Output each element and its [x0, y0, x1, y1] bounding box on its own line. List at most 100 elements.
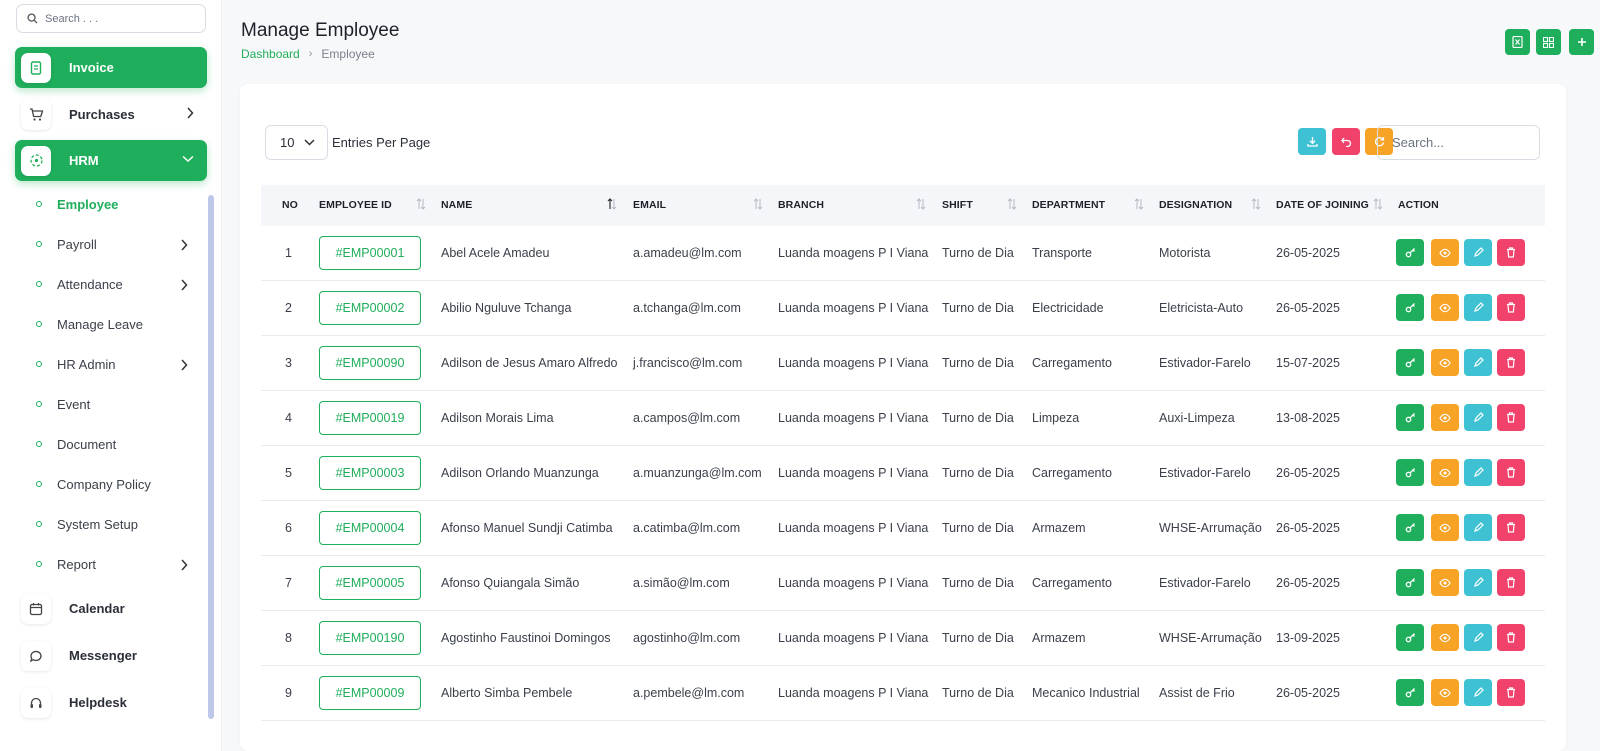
key-button[interactable]	[1396, 679, 1424, 706]
key-button[interactable]	[1396, 569, 1424, 596]
sort-icon[interactable]	[1251, 197, 1261, 215]
delete-button[interactable]	[1497, 624, 1525, 651]
employee-id-badge[interactable]: #EMP00002	[319, 291, 421, 325]
column-header-employee-id[interactable]: EMPLOYEE ID	[319, 199, 392, 211]
sidebar-item-label: Employee	[57, 196, 119, 212]
sidebar-item-payroll[interactable]: Payroll	[36, 231, 196, 257]
edit-button[interactable]	[1464, 294, 1492, 321]
column-header-shift[interactable]: SHIFT	[942, 199, 973, 211]
sidebar-item-invoice[interactable]: Invoice	[15, 47, 207, 88]
employee-id-badge[interactable]: #EMP00190	[319, 621, 421, 655]
column-header-no[interactable]: NO	[282, 199, 298, 211]
sidebar-item-report[interactable]: Report	[36, 551, 196, 577]
view-button[interactable]	[1431, 239, 1459, 266]
sidebar-item-hr-admin[interactable]: HR Admin	[36, 351, 196, 377]
view-button[interactable]	[1431, 349, 1459, 376]
key-button[interactable]	[1396, 349, 1424, 376]
table-row: 5 Adilson Orlando Muanzunga a.muanzunga@lm…	[261, 446, 1545, 501]
cell-name: Adilson de Jesus Amaro Alfredo	[441, 356, 618, 370]
edit-button[interactable]	[1464, 349, 1492, 376]
sidebar-item-document[interactable]: Document	[36, 431, 196, 457]
sidebar-item-label: Purchases	[69, 107, 135, 122]
sort-asc-icon[interactable]	[607, 197, 617, 215]
entries-per-page-select[interactable]: 10	[265, 125, 328, 160]
add-employee-button[interactable]	[1569, 29, 1594, 55]
view-button[interactable]	[1431, 459, 1459, 486]
chevron-right-icon	[181, 239, 188, 251]
delete-button[interactable]	[1497, 679, 1525, 706]
employee-id-badge[interactable]: #EMP00004	[319, 511, 421, 545]
table-search-input[interactable]: Search...	[1377, 125, 1540, 160]
column-header-email[interactable]: EMAIL	[633, 199, 666, 211]
key-button[interactable]	[1396, 514, 1424, 541]
column-header-designation[interactable]: DESIGNATION	[1159, 199, 1232, 211]
sidebar-item-calendar[interactable]: Calendar	[15, 588, 207, 629]
sidebar-search-input[interactable]: Search . . .	[16, 4, 206, 33]
download-button[interactable]	[1298, 128, 1326, 155]
sort-icon[interactable]	[1373, 197, 1383, 215]
export-excel-button[interactable]	[1505, 29, 1530, 55]
sidebar-item-messenger[interactable]: Messenger	[15, 635, 207, 676]
column-header-name[interactable]: NAME	[441, 199, 472, 211]
breadcrumb-dashboard-link[interactable]: Dashboard	[241, 47, 300, 61]
view-button[interactable]	[1431, 514, 1459, 541]
delete-button[interactable]	[1497, 569, 1525, 596]
cell-department: Carregamento	[1032, 356, 1112, 370]
sidebar-item-hrm[interactable]: HRM	[15, 140, 207, 181]
view-button[interactable]	[1431, 624, 1459, 651]
delete-button[interactable]	[1497, 514, 1525, 541]
key-button[interactable]	[1396, 404, 1424, 431]
column-header-branch[interactable]: BRANCH	[778, 199, 824, 211]
employee-id-badge[interactable]: #EMP00009	[319, 676, 421, 710]
view-button[interactable]	[1431, 679, 1459, 706]
column-header-date-of-joining[interactable]: DATE OF JOINING	[1276, 199, 1369, 211]
edit-button[interactable]	[1464, 624, 1492, 651]
edit-button[interactable]	[1464, 514, 1492, 541]
sidebar-item-employee[interactable]: Employee	[36, 191, 196, 217]
employee-id-badge[interactable]: #EMP00090	[319, 346, 421, 380]
delete-button[interactable]	[1497, 404, 1525, 431]
sort-icon[interactable]	[1134, 197, 1144, 215]
key-button[interactable]	[1396, 239, 1424, 266]
employee-id-badge[interactable]: #EMP00001	[319, 236, 421, 270]
key-icon	[1405, 247, 1416, 258]
delete-button[interactable]	[1497, 459, 1525, 486]
sort-icon[interactable]	[1007, 197, 1017, 215]
table-header: NO EMPLOYEE ID NAME EMAIL BRANCH SHIFT D…	[261, 185, 1545, 226]
sidebar-item-label: Messenger	[69, 648, 137, 663]
sort-icon[interactable]	[416, 197, 426, 215]
grid-view-button[interactable]	[1536, 29, 1561, 55]
employee-id-badge[interactable]: #EMP00003	[319, 456, 421, 490]
bullet-icon	[36, 561, 42, 567]
view-button[interactable]	[1431, 294, 1459, 321]
delete-button[interactable]	[1497, 294, 1525, 321]
delete-button[interactable]	[1497, 349, 1525, 376]
sidebar-item-system-setup[interactable]: System Setup	[36, 511, 196, 537]
view-button[interactable]	[1431, 569, 1459, 596]
cell-name: Afonso Manuel Sundji Catimba	[441, 521, 613, 535]
key-button[interactable]	[1396, 459, 1424, 486]
sidebar-scrollbar[interactable]	[208, 195, 214, 719]
sidebar-item-event[interactable]: Event	[36, 391, 196, 417]
key-button[interactable]	[1396, 294, 1424, 321]
sort-icon[interactable]	[753, 197, 763, 215]
edit-button[interactable]	[1464, 404, 1492, 431]
sidebar-item-company-policy[interactable]: Company Policy	[36, 471, 196, 497]
employee-id-badge[interactable]: #EMP00019	[319, 401, 421, 435]
edit-button[interactable]	[1464, 679, 1492, 706]
sidebar-item-purchases[interactable]: Purchases	[15, 94, 207, 135]
view-button[interactable]	[1431, 404, 1459, 431]
sidebar-item-attendance[interactable]: Attendance	[36, 271, 196, 297]
column-header-department[interactable]: DEPARTMENT	[1032, 199, 1105, 211]
sidebar-item-helpdesk[interactable]: Helpdesk	[15, 682, 207, 723]
employee-id-badge[interactable]: #EMP00005	[319, 566, 421, 600]
key-button[interactable]	[1396, 624, 1424, 651]
edit-button[interactable]	[1464, 569, 1492, 596]
undo-button[interactable]	[1332, 128, 1360, 155]
edit-button[interactable]	[1464, 239, 1492, 266]
delete-button[interactable]	[1497, 239, 1525, 266]
sort-icon[interactable]	[916, 197, 926, 215]
edit-button[interactable]	[1464, 459, 1492, 486]
sidebar-item-manage-leave[interactable]: Manage Leave	[36, 311, 196, 337]
cell-department: Limpeza	[1032, 411, 1080, 425]
